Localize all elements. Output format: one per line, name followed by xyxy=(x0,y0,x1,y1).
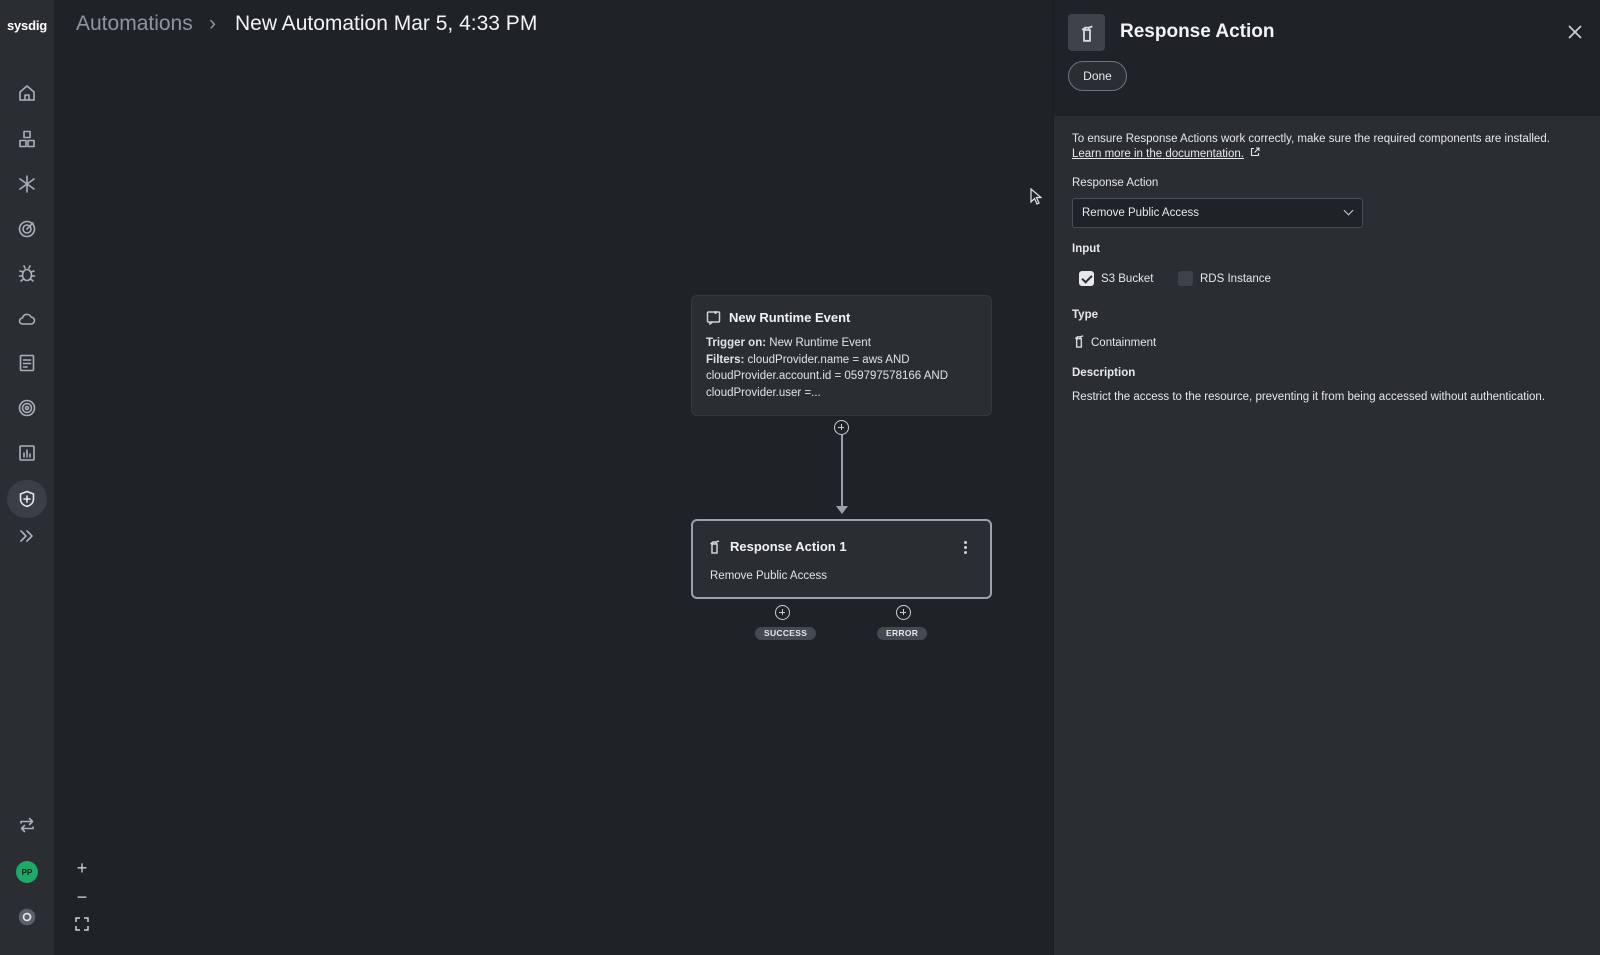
type-label: Type xyxy=(1072,309,1098,321)
more-options-icon[interactable] xyxy=(964,541,968,555)
breadcrumb-automations[interactable]: Automations xyxy=(76,12,193,36)
response-action-label: Response Action xyxy=(1072,177,1159,189)
info-message: To ensure Response Actions work correctl… xyxy=(1072,132,1550,162)
cloud-icon[interactable] xyxy=(7,300,47,338)
switch-icon[interactable] xyxy=(7,806,47,844)
avatar[interactable]: PP xyxy=(16,861,38,883)
filters-label: Filters: xyxy=(706,353,745,366)
left-nav: sysdig PP xyxy=(0,0,54,955)
help-icon[interactable] xyxy=(7,898,47,936)
response-action-panel: Response Action Done To ensure Response … xyxy=(1053,0,1600,955)
connector-line xyxy=(841,435,843,510)
chevron-down-icon xyxy=(1343,205,1354,216)
type-row: Containment xyxy=(1072,334,1156,351)
description-label: Description xyxy=(1072,367,1136,379)
input-label: Input xyxy=(1072,243,1101,255)
success-branch-badge: SUCCESS xyxy=(755,627,817,640)
add-step-button[interactable] xyxy=(834,420,849,435)
event-icon xyxy=(706,311,721,325)
response-icon[interactable] xyxy=(7,480,47,518)
s3-bucket-checkbox[interactable] xyxy=(1079,271,1094,286)
trigger-node-header: New Runtime Event xyxy=(706,310,977,325)
response-action-node[interactable]: Response Action 1 Remove Public Access xyxy=(691,519,992,599)
description-value: Restrict the access to the resource, pre… xyxy=(1072,391,1546,403)
home-icon[interactable] xyxy=(7,74,47,112)
action-node-header: Response Action 1 xyxy=(707,539,976,554)
done-button[interactable]: Done xyxy=(1068,61,1127,91)
identity-icon[interactable] xyxy=(7,389,47,427)
action-node-subtitle: Remove Public Access xyxy=(710,570,827,582)
rds-instance-checkbox[interactable] xyxy=(1178,271,1193,286)
zoom-in-button[interactable]: + xyxy=(72,858,92,878)
inventory-icon[interactable] xyxy=(7,120,47,158)
integrations-icon[interactable] xyxy=(7,165,47,203)
action-node-title: Response Action 1 xyxy=(730,539,847,554)
compliance-icon[interactable] xyxy=(7,344,47,382)
rds-instance-label: RDS Instance xyxy=(1200,273,1271,285)
zoom-out-button[interactable]: − xyxy=(72,887,92,907)
error-branch-badge: ERROR xyxy=(877,627,928,640)
trigger-label: Trigger on: xyxy=(706,337,767,349)
sysdig-logo[interactable]: sysdig xyxy=(0,18,54,33)
vulnerabilities-icon[interactable] xyxy=(7,255,47,293)
expand-icon[interactable] xyxy=(7,517,47,555)
type-value: Containment xyxy=(1091,336,1157,349)
add-error-step-button[interactable] xyxy=(896,605,911,620)
trigger-node-details: Trigger on: New Runtime Event Filters: c… xyxy=(706,335,977,401)
connector-arrow xyxy=(836,506,848,514)
fit-view-button[interactable] xyxy=(72,916,92,936)
trigger-node-title: New Runtime Event xyxy=(729,310,851,325)
add-success-step-button[interactable] xyxy=(775,605,790,620)
panel-title: Response Action xyxy=(1120,21,1275,42)
s3-bucket-label: S3 Bucket xyxy=(1101,273,1154,285)
page-title: New Automation Mar 5, 4:33 PM xyxy=(235,12,538,35)
trigger-node[interactable]: New Runtime Event Trigger on: New Runtim… xyxy=(691,295,992,416)
response-action-select[interactable]: Remove Public Access xyxy=(1072,198,1363,228)
threats-icon[interactable] xyxy=(7,210,47,248)
documentation-link[interactable]: Learn more in the documentation. xyxy=(1072,148,1244,160)
close-icon[interactable] xyxy=(1567,24,1583,40)
external-link-icon xyxy=(1251,147,1260,157)
cursor-icon xyxy=(1030,188,1042,205)
fire-extinguisher-icon xyxy=(710,540,720,554)
reports-icon[interactable] xyxy=(7,434,47,472)
fire-extinguisher-icon xyxy=(1072,334,1086,351)
response-action-value: Remove Public Access xyxy=(1082,207,1199,219)
fit-view-icon xyxy=(75,917,89,931)
panel-header: Response Action Done xyxy=(1054,0,1600,116)
trigger-value: New Runtime Event xyxy=(769,337,871,349)
fire-extinguisher-icon xyxy=(1068,14,1105,51)
info-text: To ensure Response Actions work correctl… xyxy=(1072,133,1550,145)
breadcrumb-separator: › xyxy=(209,12,216,35)
